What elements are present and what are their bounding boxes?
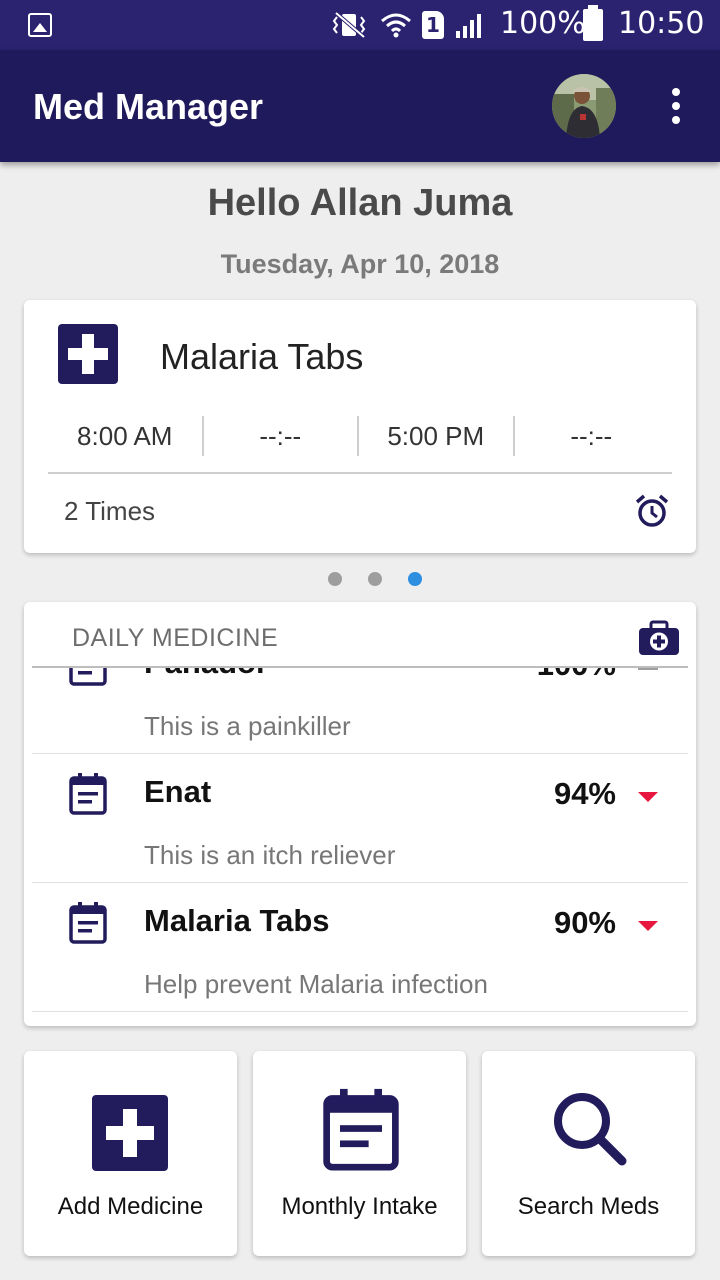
calendar-icon <box>323 1088 399 1171</box>
reminder-medicine-name: Malaria Tabs <box>160 336 364 377</box>
time-slot[interactable]: 8:00 AM <box>48 416 204 456</box>
gallery-icon <box>28 13 52 37</box>
trend-down-icon <box>638 792 658 802</box>
clock: 10:50 <box>618 6 705 41</box>
medical-plus-icon <box>58 324 118 384</box>
calendar-icon <box>69 902 107 944</box>
signal-icon <box>456 14 481 38</box>
medicine-name: Panadol <box>144 668 265 681</box>
monthly-intake-button[interactable]: Monthly Intake <box>253 1051 466 1256</box>
list-item[interactable]: Enat 94% This is an itch reliever <box>24 754 696 883</box>
intake-percent: 90% <box>553 905 616 940</box>
trend-flat-icon <box>638 668 658 670</box>
divider <box>48 472 672 474</box>
add-medicine-icon <box>92 1095 168 1171</box>
medicine-description: Help prevent Malaria infection <box>144 969 488 999</box>
medicine-list: Panadol 100% This is a painkiller Enat 9… <box>24 668 696 1026</box>
status-icons: 1 <box>330 10 484 40</box>
calendar-icon <box>69 773 107 815</box>
search-meds-label: Search Meds <box>517 1193 660 1220</box>
divider <box>32 666 688 668</box>
pager-dot[interactable] <box>328 572 342 586</box>
medicine-name: Malaria Tabs <box>144 903 330 938</box>
reminder-times: 8:00 AM --:-- 5:00 PM --:-- <box>48 416 668 456</box>
more-vert-icon[interactable] <box>664 86 688 126</box>
time-slot[interactable]: --:-- <box>515 416 669 456</box>
list-item[interactable]: Panadol 100% This is a painkiller <box>24 668 696 754</box>
app-title: Med Manager <box>33 86 264 127</box>
time-slot[interactable]: --:-- <box>204 416 359 456</box>
medicine-name: Enat <box>144 774 212 809</box>
pager-dot[interactable] <box>368 572 382 586</box>
daily-medicine-header: DAILY MEDICINE <box>72 624 279 652</box>
divider <box>32 1011 688 1012</box>
search-meds-button[interactable]: Search Meds <box>482 1051 695 1256</box>
pager-indicator <box>328 572 428 586</box>
pager-dot-active[interactable] <box>408 572 422 586</box>
vibrate-icon <box>332 11 366 39</box>
trend-down-icon <box>638 921 658 931</box>
list-item[interactable]: Malaria Tabs 90% Help prevent Malaria in… <box>24 883 696 1012</box>
app-bar: Med Manager <box>0 50 720 162</box>
intake-percent: 100% <box>537 668 616 683</box>
calendar-icon <box>69 668 107 686</box>
daily-medicine-card: DAILY MEDICINE Panadol 100% This is a pa… <box>24 602 696 1026</box>
greeting: Hello Allan Juma <box>207 182 513 224</box>
dose-frequency: 2 Times <box>64 496 156 526</box>
reminder-card[interactable]: Malaria Tabs 8:00 AM --:-- 5:00 PM --:--… <box>24 300 696 553</box>
alarm-clock-icon[interactable] <box>634 493 670 529</box>
medical-kit-icon[interactable] <box>638 620 680 656</box>
search-icon <box>554 1093 627 1166</box>
sim-icon: 1 <box>422 11 444 39</box>
add-medicine-button[interactable]: Add Medicine <box>24 1051 237 1256</box>
time-slot[interactable]: 5:00 PM <box>359 416 515 456</box>
medicine-description: This is an itch reliever <box>144 840 396 870</box>
intake-percent: 94% <box>553 776 616 811</box>
monthly-intake-label: Monthly Intake <box>281 1193 438 1220</box>
wifi-icon <box>381 13 411 38</box>
battery-percent: 100% <box>500 6 586 41</box>
status-bar: 1 100% 10:50 <box>0 0 720 50</box>
medicine-description: This is a painkiller <box>144 711 351 741</box>
date-label: Tuesday, Apr 10, 2018 <box>220 249 500 279</box>
avatar[interactable] <box>552 74 616 138</box>
battery-icon <box>583 5 603 41</box>
add-medicine-label: Add Medicine <box>57 1193 204 1220</box>
